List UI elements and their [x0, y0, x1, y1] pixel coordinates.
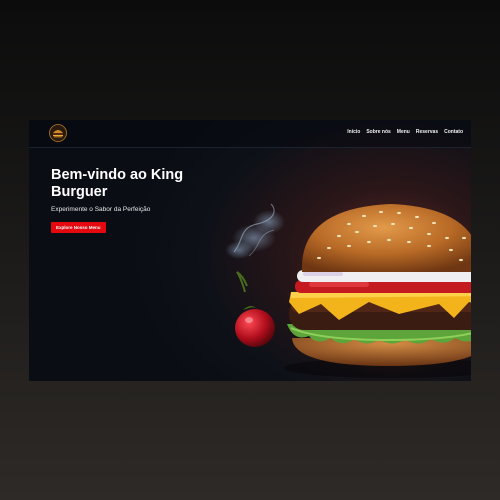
burger-logo-icon[interactable]: [49, 124, 67, 142]
navbar: Início Sobre nós Menu Reservas Contato: [29, 120, 471, 148]
nav-link-inicio[interactable]: Início: [347, 129, 360, 135]
hero-burger-image: [199, 187, 471, 381]
explore-menu-button[interactable]: Explore Nosso Menu: [51, 222, 106, 233]
nav-link-sobre-nos[interactable]: Sobre nós: [366, 129, 390, 135]
nav-link-menu[interactable]: Menu: [397, 129, 410, 135]
nav-links: Início Sobre nós Menu Reservas Contato: [347, 129, 463, 135]
hero-subtitle: Experimente o Sabor da Perfeição: [51, 206, 151, 213]
website-screenshot: Início Sobre nós Menu Reservas Contato B…: [29, 120, 471, 381]
nav-link-contato[interactable]: Contato: [444, 129, 463, 135]
hero-title: Bem-vindo ao King Burguer: [51, 167, 184, 200]
nav-link-reservas[interactable]: Reservas: [416, 129, 438, 135]
